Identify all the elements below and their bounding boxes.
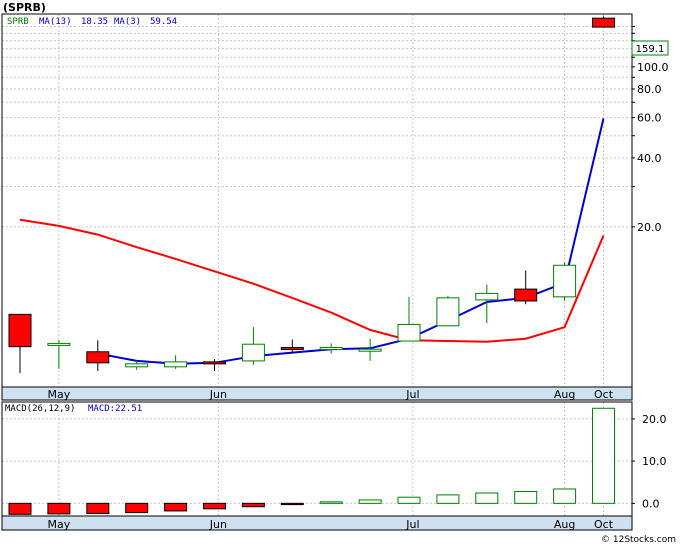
price-tick-label: 100.0	[637, 61, 669, 74]
x-tick-label-top: May	[48, 388, 71, 401]
panel-frames	[1, 13, 633, 531]
legend-ticker: SPRB	[7, 17, 29, 27]
macd-bar-negative	[125, 502, 149, 514]
stock-chart: 120.0100.080.060.040.020.020.010.00.0May…	[1, 1, 676, 545]
price-tick-label: 20.0	[637, 221, 662, 234]
candle	[8, 313, 32, 374]
x-tick-label-bottom: Jun	[209, 518, 227, 531]
macd-bar-negative	[203, 502, 226, 510]
macd-bar-positive	[319, 501, 343, 504]
ma13-line	[19, 218, 605, 343]
candles	[8, 16, 615, 374]
macd-bar-negative	[8, 502, 32, 515]
candle	[592, 16, 615, 28]
legend-ma13-value: 18.35	[81, 17, 108, 27]
x-tick-label-bottom: May	[48, 518, 71, 531]
candle	[436, 295, 460, 327]
macd-bar-positive	[592, 407, 615, 504]
candle-body-up	[241, 343, 265, 362]
chart-title: (SPRB)	[3, 1, 46, 14]
candle-body-up	[358, 348, 382, 352]
candle-body-down	[514, 288, 538, 302]
candle-body-down	[203, 361, 226, 365]
candle	[397, 296, 421, 342]
x-tick-label-bottom: Jul	[405, 518, 419, 531]
candle	[241, 327, 265, 365]
legend-ma3-label: MA(3)	[114, 17, 141, 27]
legend-macd-params: MACD(26,12,9)	[5, 404, 75, 414]
x-axis-band-bottom	[2, 516, 632, 530]
candle-body-up	[475, 292, 499, 301]
macd-bar-positive	[436, 494, 460, 504]
candle-body-up	[553, 264, 577, 298]
price-tick-label: 40.0	[637, 152, 662, 165]
macd-bar-positive	[514, 491, 538, 504]
gridlines	[2, 14, 632, 516]
macd-bar-positive	[358, 499, 382, 504]
candle-body-down	[280, 346, 304, 350]
watermark: © 12Stocks.com	[601, 535, 676, 545]
candle-body-down	[86, 351, 110, 364]
price-tick-label: 60.0	[637, 112, 662, 125]
x-tick-label-bottom: Aug	[554, 518, 575, 531]
macd-bar-negative	[86, 502, 110, 514]
ma3-line	[97, 118, 605, 365]
macd-bar-positive	[475, 492, 499, 504]
candle	[47, 340, 71, 369]
macd-bar-negative	[241, 502, 265, 508]
x-tick-label-bottom: Oct	[594, 518, 614, 531]
macd-tick-label: 0.0	[642, 497, 660, 510]
last-price-label: 159.1	[636, 44, 665, 55]
macd-tick-label: 20.0	[642, 413, 667, 426]
candle	[475, 284, 499, 324]
candle	[164, 355, 188, 369]
macd-bar-positive	[397, 496, 421, 504]
price-tick-label: 80.0	[637, 83, 662, 96]
macd-bar-negative	[47, 502, 71, 515]
x-tick-label-top: Jul	[405, 388, 419, 401]
moving-averages	[19, 118, 605, 365]
candle	[514, 270, 538, 305]
x-tick-label-top: Oct	[594, 388, 614, 401]
candle-body-up	[125, 363, 149, 368]
candle-body-up	[47, 342, 71, 346]
x-axis-band-top	[2, 387, 632, 400]
candle-body-up	[164, 361, 188, 368]
candle	[358, 338, 382, 361]
candle	[86, 340, 110, 371]
legend-ma3-value: 59.54	[150, 17, 177, 27]
candle-body-down	[592, 17, 615, 28]
legend-macd-value: MACD:22.51	[88, 404, 142, 414]
macd-tick-label: 10.0	[642, 455, 667, 468]
candle-body-up	[436, 297, 460, 327]
legend-ma13-label: MA(13)	[39, 17, 72, 27]
candle-body-up	[397, 323, 421, 342]
macd-bar-negative	[164, 502, 188, 512]
candle	[319, 343, 343, 354]
macd-bar-negative	[280, 502, 304, 506]
candle-body-up	[319, 346, 343, 350]
price-panel-frame	[1, 13, 633, 401]
x-tick-label-top: Aug	[554, 388, 575, 401]
candle	[553, 262, 577, 301]
macd-bar-positive	[553, 488, 577, 504]
x-tick-label-top: Jun	[209, 388, 227, 401]
candle-body-down	[8, 313, 32, 348]
